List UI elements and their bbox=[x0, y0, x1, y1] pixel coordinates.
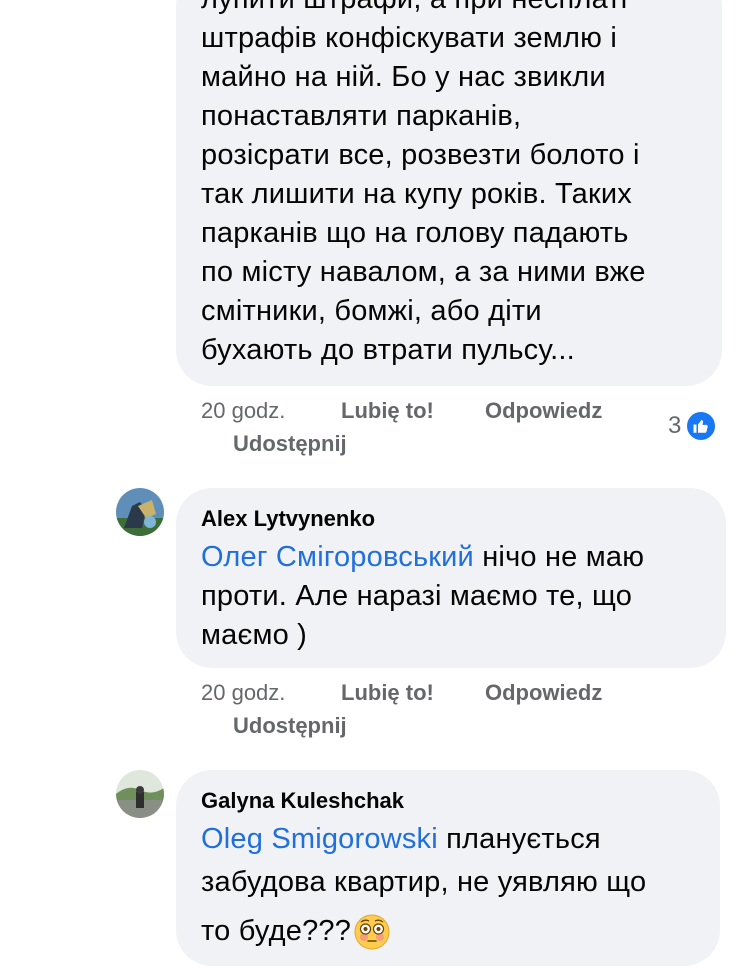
comment-bubble: Alex Lytvynenko Олег Смігоровський нічо … bbox=[176, 488, 726, 668]
comment-bubble: лупити штрафи, а при несплаті штрафів ко… bbox=[176, 0, 722, 386]
like-link[interactable]: Lubię to! bbox=[341, 676, 434, 710]
comment-author[interactable]: Alex Lytvynenko bbox=[201, 505, 375, 533]
comment-line: понаставляти парканів, bbox=[201, 100, 522, 132]
share-link[interactable]: Udostępnij bbox=[233, 709, 347, 743]
mention-link[interactable]: Олег Смігоровський bbox=[201, 541, 474, 573]
comment-line: парканів що на голову падають bbox=[201, 217, 629, 249]
comment-line: забудова квартир, не уявляю що bbox=[201, 866, 647, 898]
comment-line: проти. Але наразі маємо те, що bbox=[201, 580, 633, 612]
thumbs-up-icon bbox=[685, 410, 718, 442]
comment-line: то буде??? bbox=[201, 912, 716, 951]
comment-author[interactable]: Galyna Kuleshchak bbox=[201, 787, 404, 815]
avatar[interactable] bbox=[116, 770, 164, 818]
comment-line: Oleg Smigorowski планується bbox=[201, 820, 716, 859]
reaction-summary[interactable]: 3 bbox=[668, 410, 718, 442]
share-link[interactable]: Udostępnij bbox=[233, 427, 347, 461]
reply-link[interactable]: Odpowiedz bbox=[485, 394, 602, 428]
flushed-face-icon bbox=[353, 913, 391, 951]
comment-line: маємо ) bbox=[201, 619, 308, 651]
comment-actions: 20 godz. Lubię to! Odpowiedz Udostępnij bbox=[201, 394, 641, 464]
comments-thread: лупити штрафи, а при несплаті штрафів ко… bbox=[0, 0, 750, 969]
reply-link[interactable]: Odpowiedz bbox=[485, 676, 602, 710]
comment-text: то буде??? bbox=[201, 915, 352, 947]
comment-line: смітники, бомжі, або діти bbox=[201, 295, 542, 327]
mention-link[interactable]: Oleg Smigorowski bbox=[201, 823, 438, 855]
comment-line: бухають до втрати пульсу... bbox=[201, 334, 575, 366]
comment-line: лупити штрафи, а при несплаті bbox=[201, 0, 711, 19]
comment-text: нічо не маю bbox=[473, 541, 645, 573]
comment-bubble: Galyna Kuleshchak Oleg Smigorowski плану… bbox=[176, 770, 720, 966]
comment-text: планується bbox=[437, 823, 601, 855]
comment-time[interactable]: 20 godz. bbox=[201, 676, 285, 710]
comment-line: по місту навалом, а за ними вже bbox=[201, 256, 646, 288]
comment-line: штрафів конфіскувати землю і bbox=[201, 22, 617, 54]
comment-time[interactable]: 20 godz. bbox=[201, 394, 285, 428]
comment-actions: 20 godz. Lubię to! Odpowiedz Udostępnij bbox=[201, 676, 641, 746]
like-link[interactable]: Lubię to! bbox=[341, 394, 434, 428]
comment-line: Олег Смігоровський нічо не маю bbox=[201, 538, 721, 577]
avatar[interactable] bbox=[116, 488, 164, 536]
reaction-count: 3 bbox=[668, 412, 682, 439]
comment-line: так лишити на купу років. Таких bbox=[201, 178, 632, 210]
comment-line: розісрати все, розвезти болото і bbox=[201, 139, 640, 171]
comment-line: майно на ній. Бо у нас звикли bbox=[201, 61, 606, 93]
